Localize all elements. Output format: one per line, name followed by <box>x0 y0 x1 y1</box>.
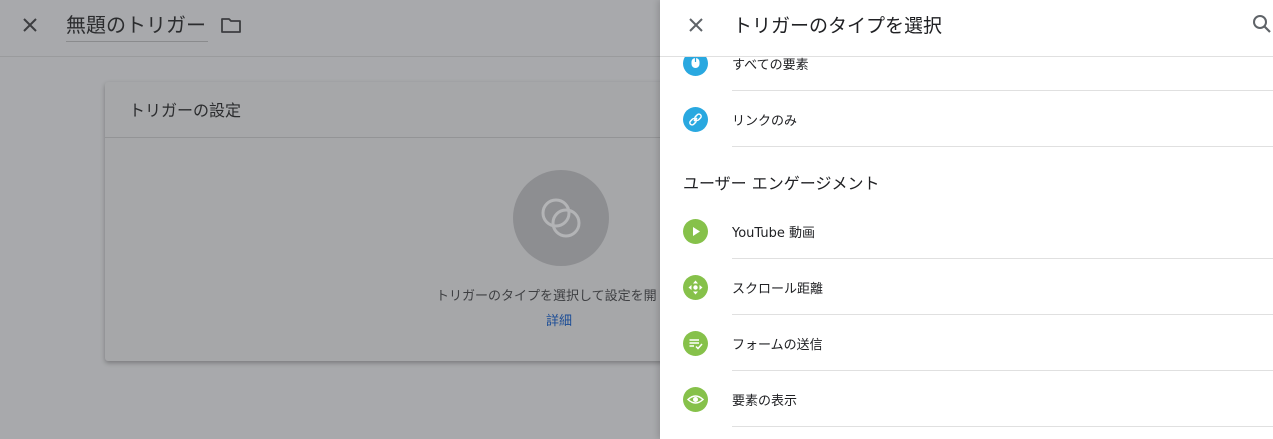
sheet-title: トリガーのタイプを選択 <box>733 15 943 37</box>
trigger-editor-header: 無題のトリガー <box>0 0 660 57</box>
trigger-type-element-visibility[interactable]: 要素の表示 <box>660 371 1273 427</box>
trigger-type-sheet: トリガーのタイプを選択 すべての要素 リンクのみ ユーザー エンゲージメント Y… <box>660 0 1273 439</box>
learn-more-link[interactable]: 詳細 <box>546 310 572 329</box>
close-icon[interactable] <box>684 13 708 37</box>
form-check-icon <box>683 331 708 356</box>
trigger-type-form-submit[interactable]: フォームの送信 <box>660 315 1273 371</box>
trigger-type-links-only[interactable]: リンクのみ <box>660 91 1273 147</box>
trigger-type-label: 要素の表示 <box>732 394 798 409</box>
sheet-header: トリガーのタイプを選択 <box>660 0 1273 57</box>
folder-icon[interactable] <box>219 13 243 37</box>
trigger-type-youtube-video[interactable]: YouTube 動画 <box>660 203 1273 259</box>
config-hint-text: トリガーのタイプを選択して設定を開 <box>436 289 657 304</box>
divider <box>105 137 725 138</box>
trigger-type-label: スクロール距離 <box>732 282 824 297</box>
close-icon[interactable] <box>18 13 42 37</box>
link-icon <box>683 107 708 132</box>
trigger-type-label: フォームの送信 <box>732 338 823 353</box>
play-icon <box>683 219 708 244</box>
trigger-type-label: リンクのみ <box>732 114 798 129</box>
section-user-engagement: ユーザー エンゲージメント <box>683 174 880 193</box>
search-icon[interactable] <box>1251 13 1273 35</box>
trigger-config-card[interactable]: トリガーの設定 トリガーのタイプを選択して設定を開 詳細 <box>105 82 725 361</box>
trigger-type-label: YouTube 動画 <box>732 226 815 241</box>
trigger-type-scroll-depth[interactable]: スクロール距離 <box>660 259 1273 315</box>
eye-icon <box>683 387 708 412</box>
trigger-placeholder-icon[interactable] <box>513 170 609 266</box>
divider <box>732 146 1273 147</box>
trigger-name: 無題のトリガー <box>66 13 206 37</box>
move-arrows-icon <box>683 275 708 300</box>
trigger-name-field[interactable]: 無題のトリガー <box>66 10 208 42</box>
card-title: トリガーの設定 <box>129 101 242 120</box>
divider <box>732 426 1273 427</box>
